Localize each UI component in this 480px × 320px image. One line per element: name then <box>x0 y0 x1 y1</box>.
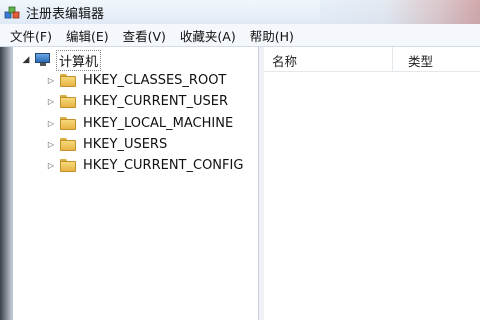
computer-icon <box>35 53 51 67</box>
list-header: 名称 类型 <box>264 47 480 72</box>
menu-help[interactable]: 帮助(H) <box>243 26 301 45</box>
tree-node-label: HKEY_CLASSES_ROOT <box>83 72 227 88</box>
window-left-edge <box>0 47 12 320</box>
column-header-type[interactable]: 类型 <box>408 51 433 70</box>
expand-arrow-icon[interactable]: ▷ <box>46 75 56 85</box>
menu-file[interactable]: 文件(F) <box>0 26 59 45</box>
tree-root-label: 计算机 <box>56 49 102 71</box>
collapse-arrow-icon[interactable]: ◢ <box>21 55 31 65</box>
expand-arrow-icon[interactable]: ▷ <box>46 118 56 128</box>
expand-arrow-icon[interactable]: ▷ <box>46 96 56 106</box>
tree-node-hkey-local-machine[interactable]: ▷ HKEY_LOCAL_MACHINE <box>46 113 233 133</box>
menu-bar: 文件(F) 编辑(E) 查看(V) 收藏夹(A) 帮助(H) <box>0 24 480 47</box>
menu-view[interactable]: 查看(V) <box>116 26 173 45</box>
tree-node-label: HKEY_USERS <box>83 136 168 152</box>
title-bar: 注册表编辑器 <box>0 0 480 24</box>
menu-favorites[interactable]: 收藏夹(A) <box>173 26 243 45</box>
folder-icon <box>60 158 76 172</box>
window-title: 注册表编辑器 <box>26 6 105 22</box>
expand-arrow-icon[interactable]: ▷ <box>46 139 56 149</box>
tree-root-computer[interactable]: ◢ 计算机 <box>21 49 102 71</box>
tree-node-label: HKEY_CURRENT_USER <box>83 93 229 109</box>
registry-editor-icon <box>3 3 21 21</box>
folder-icon <box>60 94 76 108</box>
column-header-name[interactable]: 名称 <box>272 51 297 70</box>
expand-arrow-icon[interactable]: ▷ <box>46 160 56 170</box>
tree-node-label: HKEY_CURRENT_CONFIG <box>83 157 244 173</box>
registry-tree-pane[interactable]: ◢ 计算机 ▷ HKEY_CLASSES_ROOT ▷ HKEY_CURRENT… <box>12 47 259 320</box>
folder-icon <box>60 73 76 87</box>
tree-node-hkey-users[interactable]: ▷ HKEY_USERS <box>46 134 167 154</box>
folder-icon <box>60 137 76 151</box>
tree-node-hkey-current-config[interactable]: ▷ HKEY_CURRENT_CONFIG <box>46 155 244 175</box>
folder-icon <box>60 116 76 130</box>
tree-node-hkey-current-user[interactable]: ▷ HKEY_CURRENT_USER <box>46 91 228 111</box>
registry-values-pane[interactable]: 名称 类型 <box>264 47 480 320</box>
column-divider[interactable] <box>392 47 393 71</box>
title-bar-background <box>320 0 480 24</box>
tree-node-label: HKEY_LOCAL_MACHINE <box>83 115 234 131</box>
tree-node-hkey-classes-root[interactable]: ▷ HKEY_CLASSES_ROOT <box>46 70 226 90</box>
menu-edit[interactable]: 编辑(E) <box>59 26 116 45</box>
